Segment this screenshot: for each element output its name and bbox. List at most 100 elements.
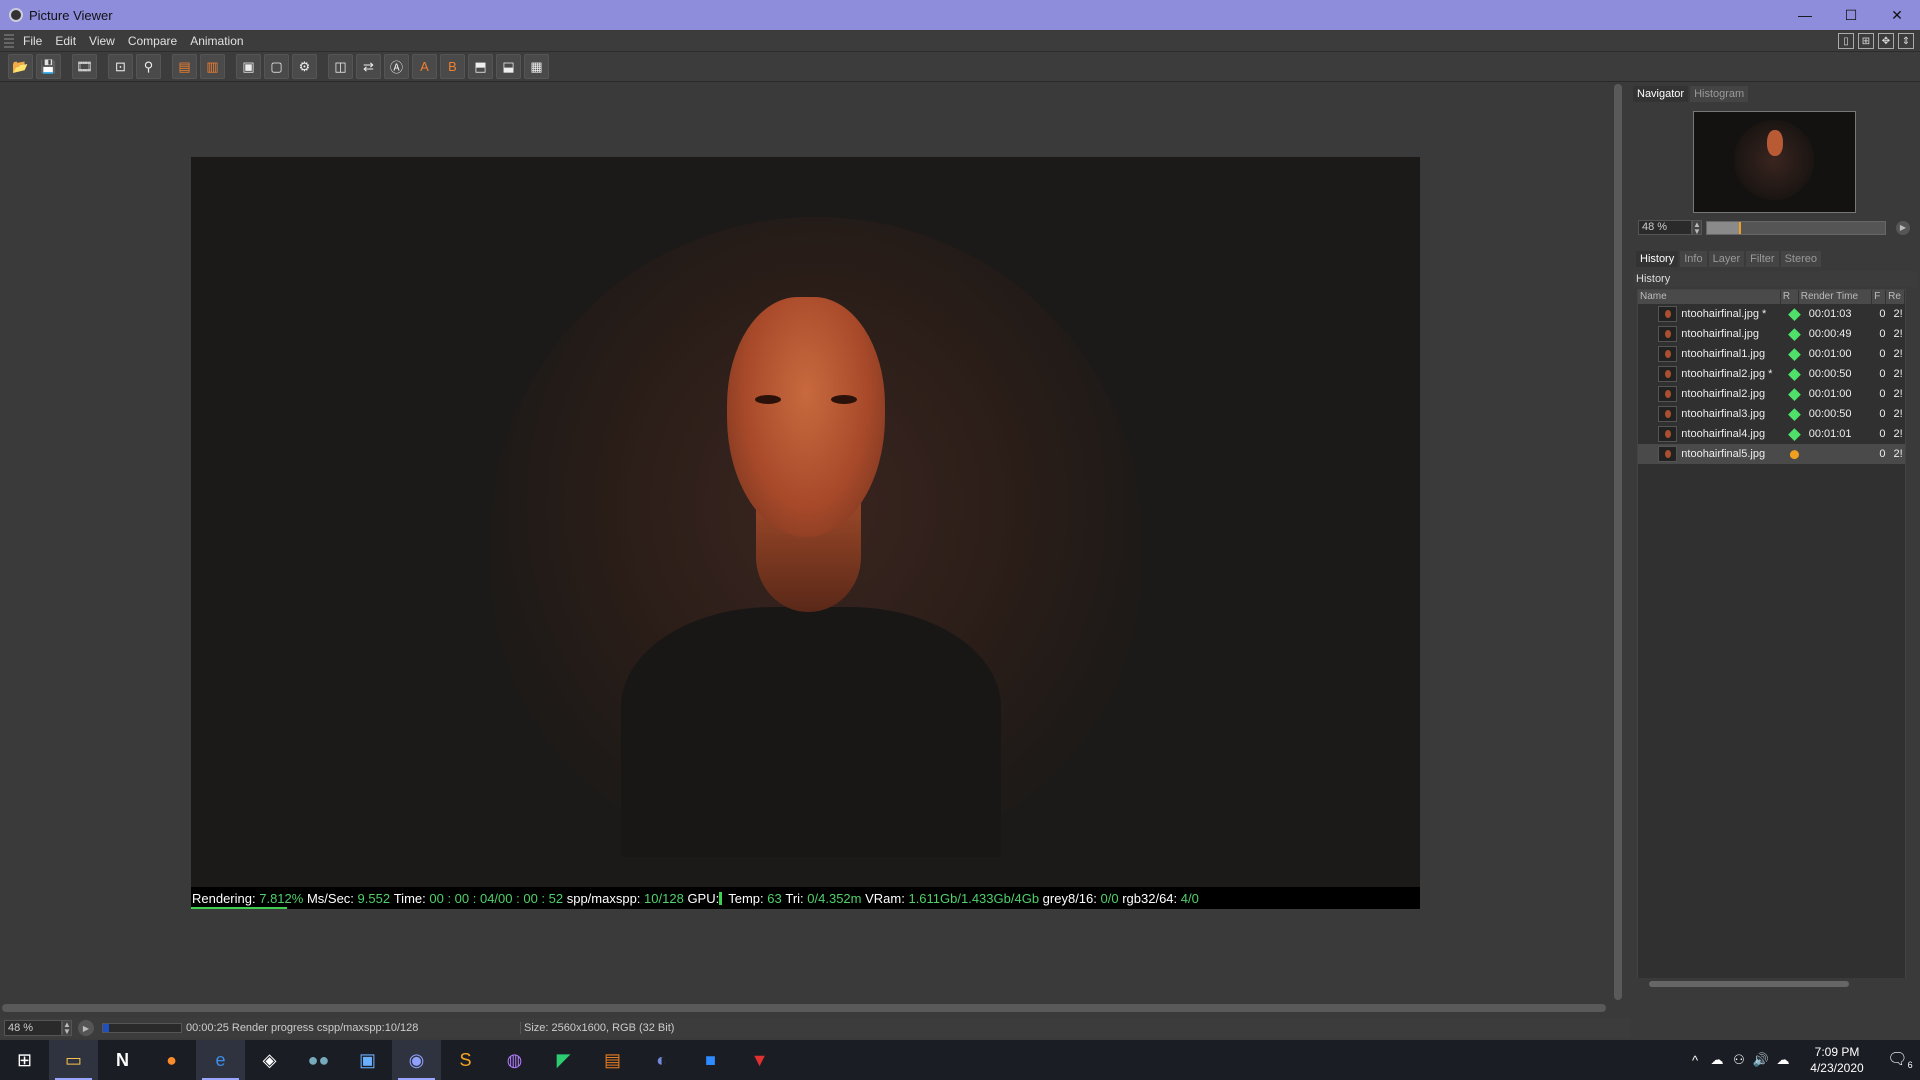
render-progress-bar	[102, 1023, 182, 1033]
history-horizontal-scrollbar[interactable]	[1637, 978, 1906, 990]
navigator-zoom-stepper[interactable]: ▲ ▼	[1692, 220, 1702, 236]
network-icon[interactable]: ⚇	[1728, 1052, 1750, 1068]
navigator-zoom-field[interactable]: 48 %	[1638, 220, 1692, 235]
move-icon[interactable]: ✥	[1878, 33, 1894, 49]
navigator-zoom-slider[interactable]	[1706, 220, 1886, 235]
layout-single-icon[interactable]: ▯	[1838, 33, 1854, 49]
status-done-icon	[1788, 367, 1801, 381]
navigator-thumbnail[interactable]	[1693, 111, 1856, 213]
clock[interactable]: 7:09 PM 4/23/2020	[1794, 1044, 1880, 1076]
viewport-horizontal-scrollbar[interactable]	[0, 1002, 1610, 1014]
zoom-app-icon[interactable]: ■	[686, 1040, 735, 1080]
status-done-icon	[1788, 327, 1801, 341]
tab-layer[interactable]: Layer	[1708, 251, 1745, 267]
table-row[interactable]: ntoohairfinal.jpg * 00:01:03 0 2!	[1638, 304, 1905, 324]
zoom-icon[interactable]: ⚲	[136, 54, 161, 79]
tab-histogram[interactable]: Histogram	[1690, 86, 1749, 102]
open-icon[interactable]: 📂	[8, 54, 33, 79]
play-icon[interactable]: ▶	[78, 1020, 94, 1036]
sublime-icon[interactable]: S	[441, 1040, 490, 1080]
status-done-icon	[1788, 427, 1801, 441]
col-render-time[interactable]: Render Time	[1799, 290, 1873, 304]
copy-icon[interactable]: ▤	[172, 54, 197, 79]
row-thumbnail	[1658, 326, 1678, 342]
status-done-icon	[1788, 407, 1801, 421]
col-f[interactable]: F	[1872, 290, 1887, 304]
app-red-icon[interactable]: ▼	[735, 1040, 784, 1080]
table-row[interactable]: ntoohairfinal3.jpg 00:00:50 0 2!	[1638, 404, 1905, 424]
image-viewport[interactable]: Rendering: 7.812% Ms/Sec: 9.552 Time: 00…	[0, 82, 1610, 1002]
table-row[interactable]: ntoohairfinal1.jpg 00:01:00 0 2!	[1638, 344, 1905, 364]
row-name: ntoohairfinal2.jpg *	[1681, 368, 1773, 380]
table-row[interactable]: ntoohairfinal4.jpg 00:01:01 0 2!	[1638, 424, 1905, 444]
split-vertical-icon[interactable]: ⬓	[496, 54, 521, 79]
cloud-icon[interactable]: ☁	[1706, 1052, 1728, 1068]
navigator-play-icon[interactable]: ▶	[1896, 220, 1910, 235]
menu-edit[interactable]: Edit	[52, 34, 86, 48]
unity-icon[interactable]: ◈	[245, 1040, 294, 1080]
layout-grid-icon[interactable]: ⊞	[1858, 33, 1874, 49]
difference-icon[interactable]: ▦	[524, 54, 549, 79]
zoom-field[interactable]: 48 %	[4, 1020, 62, 1036]
minimize-button[interactable]: —	[1782, 0, 1828, 30]
row-name: ntoohairfinal4.jpg	[1681, 428, 1766, 440]
notification-icon[interactable]: 🗨6	[1880, 1049, 1920, 1070]
ab-compare-icon[interactable]: ◫	[328, 54, 353, 79]
start-icon[interactable]: ⊞	[0, 1040, 49, 1080]
row-f: 0	[1879, 368, 1886, 380]
app-purple-icon[interactable]: ◍	[490, 1040, 539, 1080]
tab-stereo[interactable]: Stereo	[1780, 251, 1821, 267]
col-r[interactable]: R	[1781, 290, 1799, 304]
save-animation-icon[interactable]: 🎞	[72, 54, 97, 79]
tab-history[interactable]: History	[1636, 251, 1679, 267]
table-row[interactable]: ntoohairfinal.jpg 00:00:49 0 2!	[1638, 324, 1905, 344]
ab-swap-icon[interactable]: ⇄	[356, 54, 381, 79]
tab-filter[interactable]: Filter	[1746, 251, 1779, 267]
fit-screen-icon[interactable]: ⊡	[108, 54, 133, 79]
zoom-stepper[interactable]: ▲ ▼	[62, 1020, 72, 1036]
row-thumbnail	[1658, 306, 1678, 322]
volume-icon[interactable]: 🔊	[1750, 1052, 1772, 1068]
row-f: 0	[1879, 308, 1886, 320]
menu-view[interactable]: View	[86, 34, 125, 48]
close-button[interactable]: ✕	[1874, 0, 1920, 30]
app-green-icon[interactable]: ◤	[539, 1040, 588, 1080]
app-icon	[9, 8, 23, 22]
export-icon[interactable]: ▥	[200, 54, 225, 79]
viewport-vertical-scrollbar[interactable]	[1612, 84, 1624, 1002]
set-b-icon[interactable]: B	[440, 54, 465, 79]
table-row[interactable]: ntoohairfinal2.jpg * 00:00:50 0 2!	[1638, 364, 1905, 384]
firefox-icon[interactable]: ●	[147, 1040, 196, 1080]
table-row[interactable]: ntoohairfinal2.jpg 00:01:00 0 2!	[1638, 384, 1905, 404]
render-view-icon[interactable]: ▣	[236, 54, 261, 79]
edge-icon[interactable]: e	[196, 1040, 245, 1080]
cinema4d-icon[interactable]: ◉	[392, 1040, 441, 1080]
table-row[interactable]: ntoohairfinal5.jpg 0 2!	[1638, 444, 1905, 464]
menu-animation[interactable]: Animation	[187, 34, 253, 48]
notion-icon[interactable]: N	[98, 1040, 147, 1080]
maximize-button[interactable]: ☐	[1828, 0, 1874, 30]
render-settings-icon[interactable]: ⚙	[292, 54, 317, 79]
tray-chevron-icon[interactable]: ^	[1684, 1053, 1706, 1068]
col-name[interactable]: Name	[1638, 290, 1781, 304]
row-f: 0	[1879, 448, 1886, 460]
col-re[interactable]: Re	[1886, 290, 1905, 304]
row-f: 0	[1879, 408, 1886, 420]
render-region-icon[interactable]: ▢	[264, 54, 289, 79]
set-a-icon[interactable]: A	[412, 54, 437, 79]
tab-navigator[interactable]: Navigator	[1633, 86, 1689, 102]
split-horizontal-icon[interactable]: ⬒	[468, 54, 493, 79]
file-explorer-icon[interactable]: ▭	[49, 1040, 98, 1080]
onedrive-icon[interactable]: ☁	[1772, 1052, 1794, 1068]
app-dots-icon[interactable]: ●●	[294, 1040, 343, 1080]
discord-icon[interactable]: ◐	[637, 1040, 686, 1080]
menu-file[interactable]: File	[20, 34, 52, 48]
save-icon[interactable]: 💾	[36, 54, 61, 79]
ab-label-icon[interactable]: Ⓐ	[384, 54, 409, 79]
dock-icon[interactable]: ⇕	[1898, 33, 1914, 49]
tab-info[interactable]: Info	[1680, 251, 1707, 267]
menu-compare[interactable]: Compare	[125, 34, 187, 48]
window-app-icon[interactable]: ▣	[343, 1040, 392, 1080]
app-orange-icon[interactable]: ▤	[588, 1040, 637, 1080]
bottom-status-bar: 48 % ▲ ▼ ▶ 00:00:25 Render progress cspp/…	[0, 1018, 1630, 1038]
